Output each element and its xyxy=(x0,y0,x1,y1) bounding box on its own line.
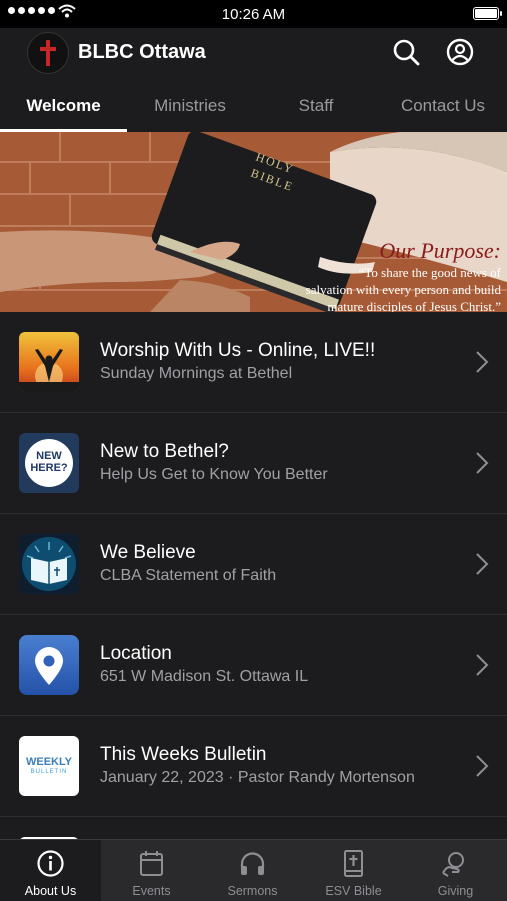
chevron-right-icon xyxy=(476,553,489,575)
bible-book-icon xyxy=(344,850,363,877)
list-item-we-believe[interactable]: We Believe CLBA Statement of Faith xyxy=(0,514,507,615)
headphones-icon xyxy=(240,852,265,875)
status-bar: 10:26 AM xyxy=(0,0,507,28)
map-pin-icon xyxy=(19,635,79,695)
tab-staff[interactable]: Staff xyxy=(253,80,379,132)
calendar-icon xyxy=(140,851,163,876)
chevron-right-icon xyxy=(476,351,489,373)
status-time: 10:26 AM xyxy=(221,6,286,23)
bottom-tab-label: Giving xyxy=(437,884,474,898)
bottom-tab-label: Sermons xyxy=(227,884,278,898)
list-item-title: Worship With Us - Online, LIVE!! xyxy=(100,340,376,361)
list-item-title: This Weeks Bulletin xyxy=(100,744,267,765)
bulletin-icon: WEEKLY BULLETIN xyxy=(19,736,79,796)
new-here-icon: NEW HERE? xyxy=(19,433,79,493)
list-item-subtitle: CLBA Statement of Faith xyxy=(100,567,277,584)
chevron-right-icon xyxy=(476,755,489,777)
bottom-tab-label: About Us xyxy=(24,884,77,898)
bottom-tab-sermons[interactable]: Sermons xyxy=(202,840,303,901)
worship-icon xyxy=(19,332,79,392)
church-logo xyxy=(27,32,69,74)
chevron-right-icon xyxy=(476,654,489,676)
list-item-subtitle: 651 W Madison St. Ottawa IL xyxy=(100,668,309,685)
info-icon xyxy=(37,850,64,877)
app-bar: BLBC Ottawa xyxy=(0,28,507,78)
bulletin-badge-line-1: WEEKLY xyxy=(25,756,73,768)
giving-icon xyxy=(442,852,464,877)
top-tab-bar: Welcome Ministries Staff Contact Us xyxy=(0,80,507,132)
purpose-statement: Our Purpose: “To share the good news of … xyxy=(306,238,501,312)
purpose-quote-line: “To share the good news of xyxy=(358,265,501,280)
bottom-tab-esv-bible[interactable]: ESV Bible xyxy=(303,840,404,901)
app-title: BLBC Ottawa xyxy=(78,41,206,63)
list-item-new-to-bethel[interactable]: NEW HERE? New to Bethel? Help Us Get to … xyxy=(0,413,507,514)
bottom-tab-about-us[interactable]: About Us xyxy=(0,840,101,901)
bottom-tab-label: Events xyxy=(132,884,171,898)
tab-ministries[interactable]: Ministries xyxy=(127,80,253,132)
bottom-tab-giving[interactable]: Giving xyxy=(404,840,507,901)
welcome-list: Worship With Us - Online, LIVE!! Sunday … xyxy=(0,312,507,857)
list-item-title: New to Bethel? xyxy=(100,441,229,462)
list-item-title: Location xyxy=(100,643,172,664)
list-item-worship[interactable]: Worship With Us - Online, LIVE!! Sunday … xyxy=(0,312,507,413)
account-icon[interactable] xyxy=(445,37,475,67)
list-item-bulletin[interactable]: WEEKLY BULLETIN This Weeks Bulletin Janu… xyxy=(0,716,507,817)
purpose-quote-line: mature disciples of Jesus Christ.” xyxy=(327,299,501,312)
tab-welcome[interactable]: Welcome xyxy=(0,80,127,132)
bottom-tab-label: ESV Bible xyxy=(325,884,382,898)
list-item-title: We Believe xyxy=(100,542,196,563)
bottom-tab-events[interactable]: Events xyxy=(101,840,202,901)
list-item-location[interactable]: Location 651 W Madison St. Ottawa IL xyxy=(0,615,507,716)
bottom-tab-bar: About Us Events Sermons ESV Bible Giving xyxy=(0,839,507,901)
battery-icon xyxy=(473,7,502,20)
hero-banner: HOLY BIBLE Our Purpose: “To share the go… xyxy=(0,132,507,312)
tab-contact-us[interactable]: Contact Us xyxy=(379,80,507,132)
list-item-subtitle: January 22, 2023 · Pastor Randy Mortenso… xyxy=(100,769,415,786)
list-item-subtitle: Sunday Mornings at Bethel xyxy=(100,365,293,382)
new-here-badge-line-2: HERE? xyxy=(30,462,68,474)
search-icon[interactable] xyxy=(391,37,421,67)
bible-icon xyxy=(19,534,79,594)
list-item-subtitle: Help Us Get to Know You Better xyxy=(100,466,328,483)
chevron-right-icon xyxy=(476,452,489,474)
purpose-quote-line: salvation with every person and build xyxy=(305,282,501,297)
purpose-heading: Our Purpose: xyxy=(379,238,501,263)
new-here-badge-line-1: NEW xyxy=(36,450,62,462)
bulletin-badge-line-2: BULLETIN xyxy=(30,769,68,775)
